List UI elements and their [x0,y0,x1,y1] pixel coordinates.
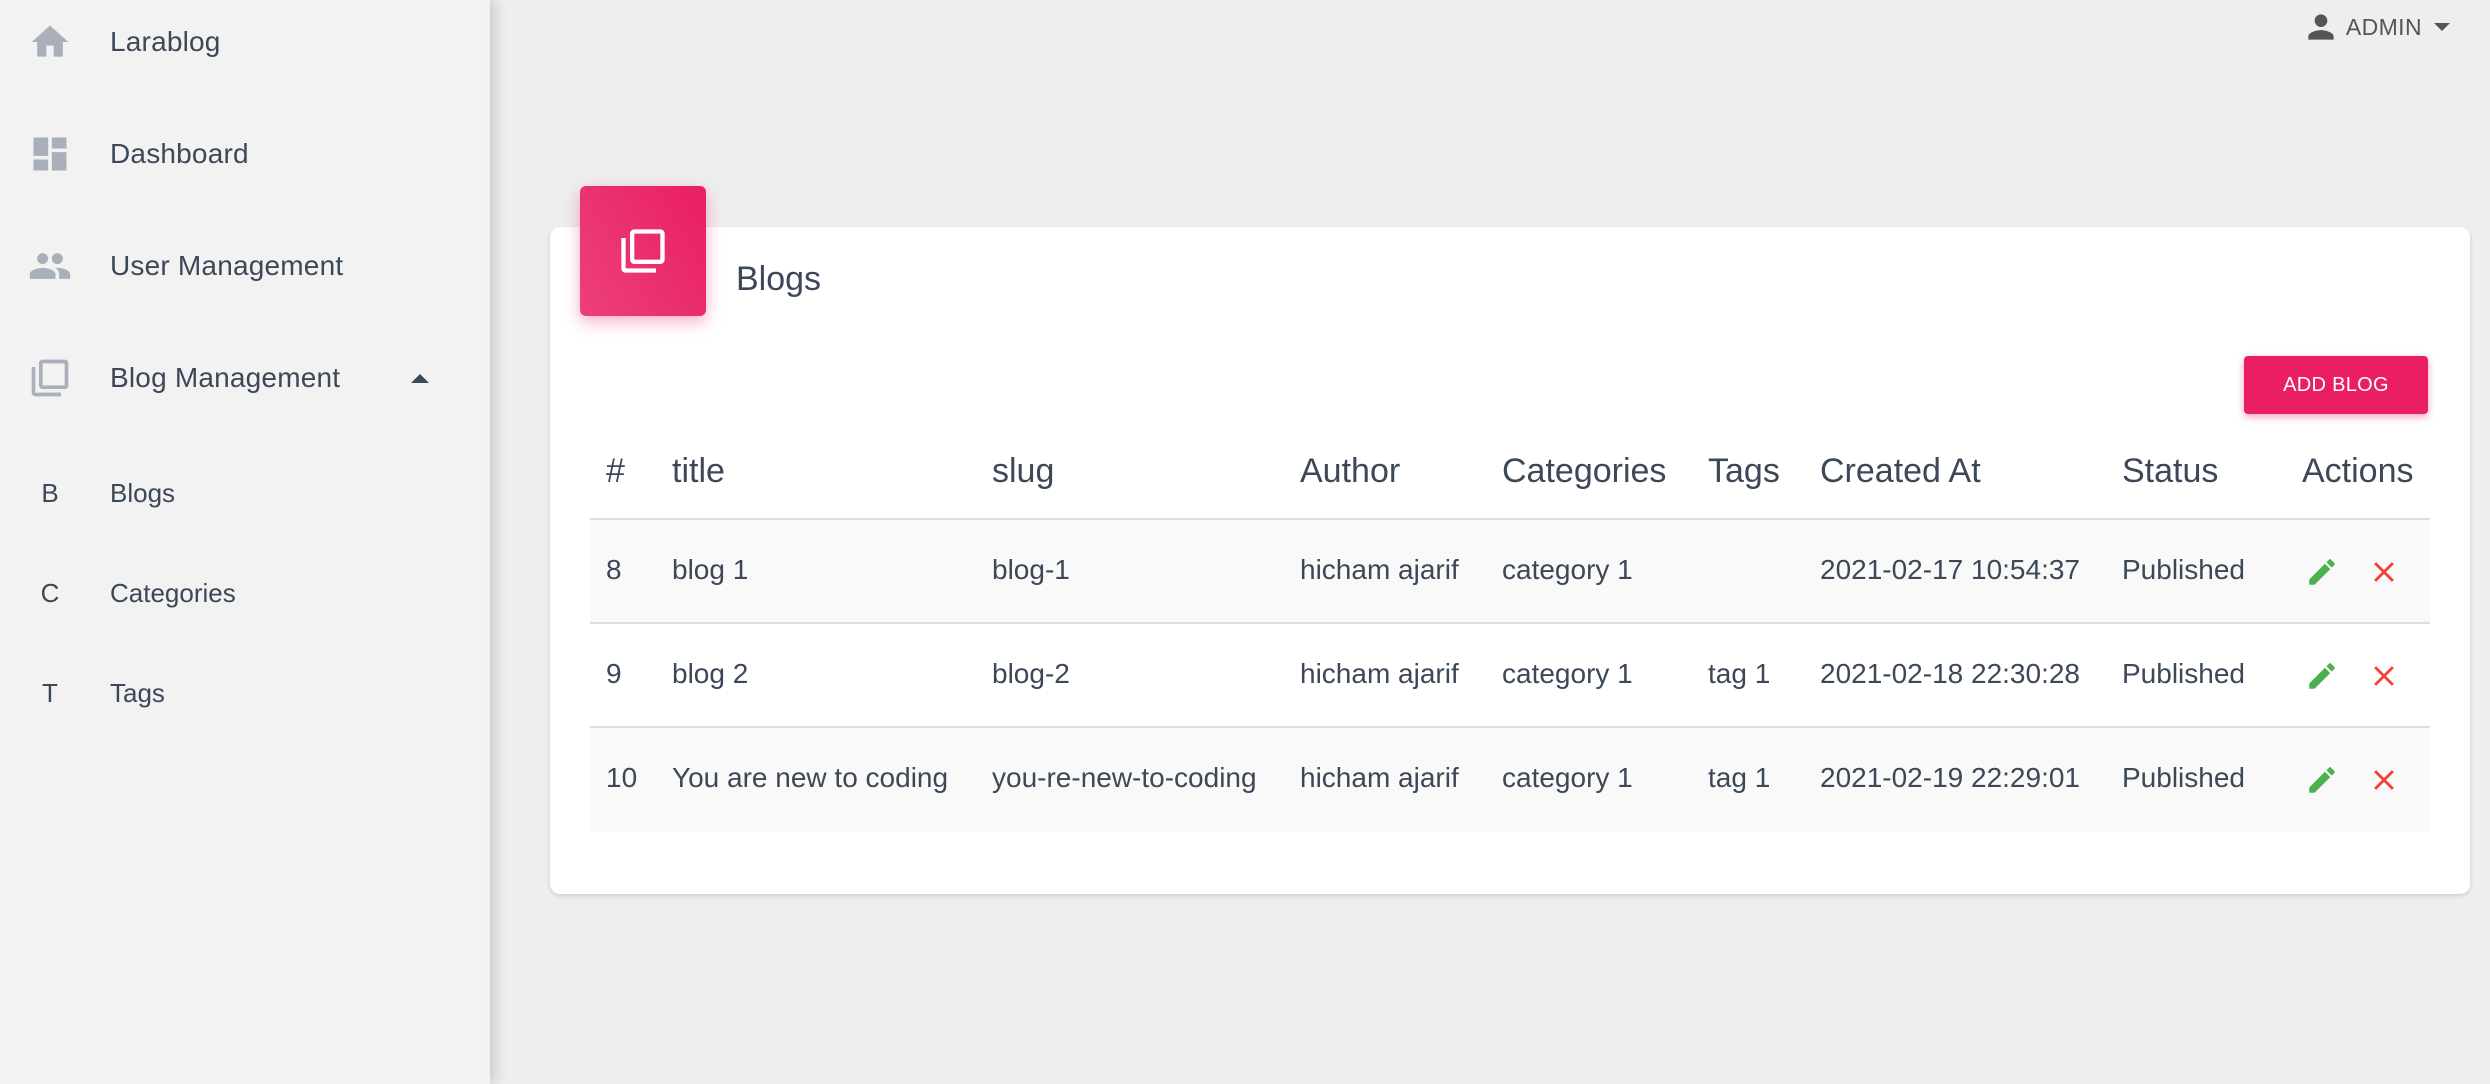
delete-button[interactable] [2364,656,2404,696]
cell-created-at: 2021-02-19 22:29:01 [1820,762,2080,793]
cell-tags: tag 1 [1708,658,1771,689]
card-title: Blogs [736,260,822,298]
user-menu[interactable]: ADMIN [2302,8,2450,46]
cell-author: hicham ajarif [1300,658,1459,689]
close-icon [2374,666,2394,686]
sidebar-item-dashboard[interactable]: Dashboard [0,114,490,194]
delete-button[interactable] [2364,760,2404,800]
table-row: 10 You are new to coding you-re-new-to-c… [590,728,2430,832]
sidebar-item-label: Dashboard [110,138,249,169]
pencil-icon [2309,663,2335,689]
sidebar-subitem-abbr: C [40,577,60,608]
person-icon [2308,14,2334,40]
column-header-actions: Actions [2302,452,2414,490]
column-header-title: title [672,452,725,490]
add-blog-button[interactable]: ADD BLOG [2244,356,2428,414]
card-header-icon [580,186,706,316]
close-icon [2374,770,2394,790]
cell-categories: category 1 [1502,658,1633,689]
chevron-down-icon [2434,23,2450,31]
home-icon [26,18,74,66]
sidebar-subitem-label: Categories [110,577,236,608]
sidebar-item-label: Larablog [110,26,221,57]
cell-title: You are new to coding [672,762,949,793]
column-header-status: Status [2122,452,2219,490]
library-books-icon [621,229,665,273]
sidebar-item-label: User Management [110,250,344,281]
cell-slug: blog-2 [992,658,1070,689]
table-header-row: # title slug Author Categories Tags Crea… [590,440,2430,520]
sidebar-subitem-abbr: T [42,677,58,708]
cell-status: Published [2122,554,2245,585]
cell-title: blog 2 [672,658,749,689]
table-row: 8 blog 1 blog-1 hicham ajarif category 1… [590,520,2430,624]
cell-id: 9 [606,658,622,689]
table-row: 9 blog 2 blog-2 hicham ajarif category 1… [590,624,2430,728]
caret-up-icon [411,374,429,383]
sidebar-item-user-management[interactable]: User Management [0,226,490,306]
cell-categories: category 1 [1502,762,1633,793]
cell-slug: blog-1 [992,554,1070,585]
people-icon [26,242,74,290]
cell-id: 10 [606,762,638,793]
cell-status: Published [2122,658,2245,689]
cell-author: hicham ajarif [1300,762,1459,793]
pencil-icon [2309,559,2335,585]
cell-tags: tag 1 [1708,762,1771,793]
sidebar-item-blog-management[interactable]: Blog Management [0,338,490,418]
dashboard-icon [26,130,74,178]
cell-status: Published [2122,762,2245,793]
delete-button[interactable] [2364,552,2404,592]
edit-button[interactable] [2302,760,2342,800]
cell-categories: category 1 [1502,554,1633,585]
pencil-icon [2309,767,2335,793]
column-header-tags: Tags [1708,452,1780,490]
sidebar-subitem-label: Blogs [110,477,176,508]
sidebar-item-label: Blog Management [110,362,341,393]
edit-button[interactable] [2302,656,2342,696]
cell-id: 8 [606,554,622,585]
cell-created-at: 2021-02-17 10:54:37 [1820,554,2080,585]
close-icon [2374,562,2394,582]
column-header-created-at: Created At [1820,452,1981,490]
cell-slug: you-re-new-to-coding [992,762,1257,793]
sidebar-item-larablog[interactable]: Larablog [0,2,490,82]
blogs-table: # title slug Author Categories Tags Crea… [590,440,2430,832]
column-header-author: Author [1300,452,1401,490]
library-books-icon [26,354,74,402]
sidebar-subitem-blogs[interactable]: B Blogs [0,458,490,528]
sidebar: Larablog Dashboard User Management Blog … [0,0,490,1084]
edit-button[interactable] [2302,552,2342,592]
sidebar-subitem-categories[interactable]: C Categories [0,558,490,628]
cell-created-at: 2021-02-18 22:30:28 [1820,658,2080,689]
user-name: ADMIN [2345,13,2422,40]
column-header-id: # [606,452,625,490]
column-header-slug: slug [992,452,1055,490]
cell-title: blog 1 [672,554,749,585]
column-header-categories: Categories [1502,452,1667,490]
sidebar-subitem-tags[interactable]: T Tags [0,658,490,728]
sidebar-subitem-abbr: B [41,477,59,508]
sidebar-subitem-label: Tags [110,677,165,708]
cell-author: hicham ajarif [1300,554,1459,585]
